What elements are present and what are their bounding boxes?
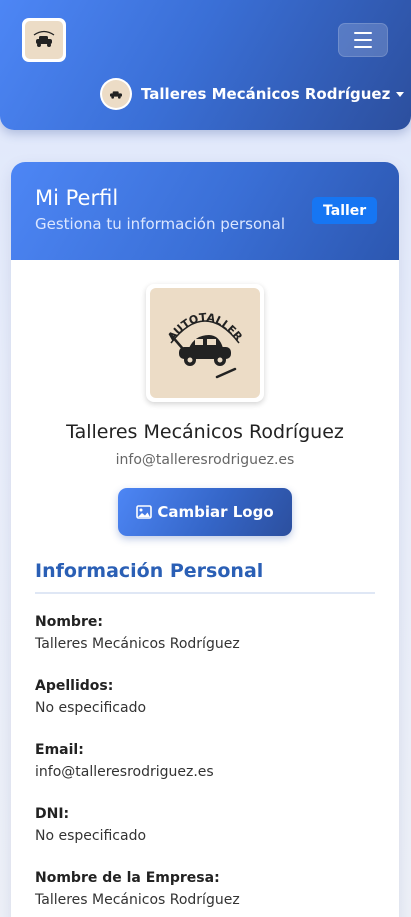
autotaller-logo-image — [25, 21, 63, 59]
section-title-personal-info: Información Personal — [35, 560, 264, 582]
brand-logo[interactable] — [22, 18, 66, 62]
field-value: Talleres Mecánicos Rodríguez — [35, 892, 240, 908]
section-divider — [35, 592, 375, 594]
avatar — [100, 78, 132, 110]
field-label: Nombre de la Empresa: — [35, 870, 220, 886]
field-dni: DNI: No especificado — [35, 806, 146, 844]
change-logo-button[interactable]: Cambiar Logo — [118, 488, 292, 536]
field-empresa: Nombre de la Empresa: Talleres Mecánicos… — [35, 870, 240, 908]
profile-logo: AUTOTALLER — [146, 284, 264, 402]
autotaller-logo-image: AUTOTALLER — [150, 288, 260, 398]
image-icon — [136, 505, 153, 519]
field-value: No especificado — [35, 828, 147, 844]
menu-toggle-button[interactable] — [338, 23, 388, 57]
user-menu-dropdown[interactable]: Talleres Mecánicos Rodríguez — [100, 78, 405, 110]
field-value: info@talleresrodriguez.es — [35, 764, 214, 780]
field-email: Email: info@talleresrodriguez.es — [35, 742, 214, 780]
field-label: Apellidos: — [35, 678, 114, 694]
profile-name: Talleres Mecánicos Rodríguez — [66, 421, 344, 443]
user-name: Talleres Mecánicos Rodríguez — [141, 85, 391, 103]
profile-card-header: Mi Perfil Gestiona tu información person… — [11, 162, 399, 260]
field-apellidos: Apellidos: No especificado — [35, 678, 146, 716]
field-value: No especificado — [35, 700, 147, 716]
profile-card: Mi Perfil Gestiona tu información person… — [11, 162, 399, 917]
field-nombre: Nombre: Talleres Mecánicos Rodríguez — [35, 614, 240, 652]
top-navbar: Talleres Mecánicos Rodríguez — [0, 0, 411, 130]
field-label: Nombre: — [35, 614, 103, 630]
field-label: Email: — [35, 742, 84, 758]
caret-down-icon — [396, 91, 405, 97]
field-value: Talleres Mecánicos Rodríguez — [35, 636, 240, 652]
hamburger-icon — [354, 32, 372, 34]
profile-email: info@talleresrodriguez.es — [115, 452, 295, 468]
page-subtitle: Gestiona tu información personal — [35, 215, 285, 233]
change-logo-label: Cambiar Logo — [157, 503, 274, 521]
page-title: Mi Perfil — [35, 186, 119, 210]
field-label: DNI: — [35, 806, 70, 822]
role-badge: Taller — [312, 197, 378, 224]
